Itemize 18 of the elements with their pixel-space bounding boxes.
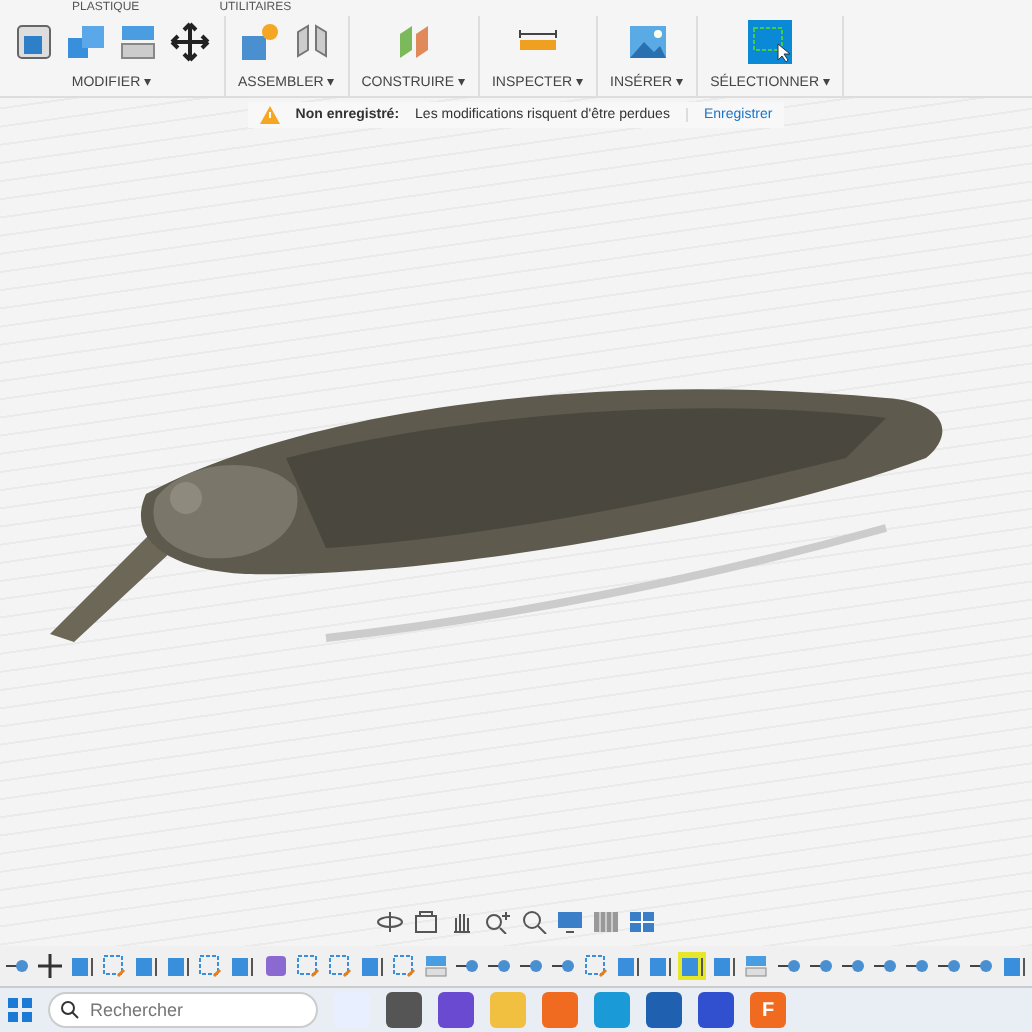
select-icon[interactable] [748, 20, 793, 64]
taskbar-app[interactable] [698, 992, 734, 1028]
taskbar-app[interactable] [386, 992, 422, 1028]
windows-icon[interactable] [8, 998, 32, 1022]
component-icon[interactable] [238, 20, 283, 64]
move-icon[interactable] [168, 20, 212, 64]
camera-icon[interactable] [412, 910, 440, 934]
orbit-icon[interactable] [376, 910, 404, 934]
monitor-icon[interactable] [556, 910, 584, 934]
cubes-icon[interactable] [64, 20, 108, 64]
taskbar-app[interactable] [438, 992, 474, 1028]
viewports-icon[interactable] [628, 910, 656, 934]
zoom-icon[interactable] [484, 910, 512, 934]
taskbar-app[interactable] [646, 992, 682, 1028]
image-icon[interactable] [625, 20, 670, 64]
zoom-fit-icon[interactable] [520, 910, 548, 934]
search-field[interactable]: Rechercher [48, 992, 318, 1028]
box-icon[interactable] [12, 20, 56, 64]
